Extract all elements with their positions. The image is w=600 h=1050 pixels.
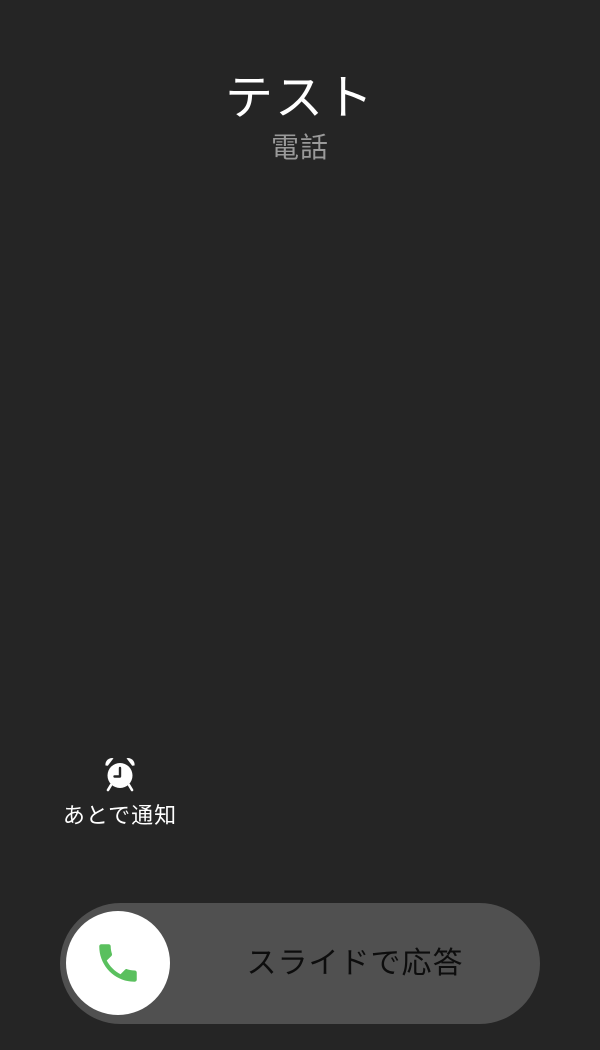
slide-to-answer-label: スライドで応答 <box>246 946 464 981</box>
remind-me-later-label: あとで通知 <box>62 804 178 829</box>
phone-icon <box>99 944 137 982</box>
incoming-call-screen: テスト 電話 あとで通知 スライドで応答 <box>0 0 600 1050</box>
caller-name: テスト <box>224 70 375 126</box>
caller-subtitle: 電話 <box>270 131 329 164</box>
caller-info: テスト 電話 <box>0 68 600 166</box>
remind-me-later-button[interactable]: あとで通知 <box>40 752 200 842</box>
slider-knob[interactable] <box>66 911 170 1015</box>
alarm-clock-icon <box>105 758 135 792</box>
slide-to-answer-slider[interactable]: スライドで応答 <box>60 903 540 1024</box>
